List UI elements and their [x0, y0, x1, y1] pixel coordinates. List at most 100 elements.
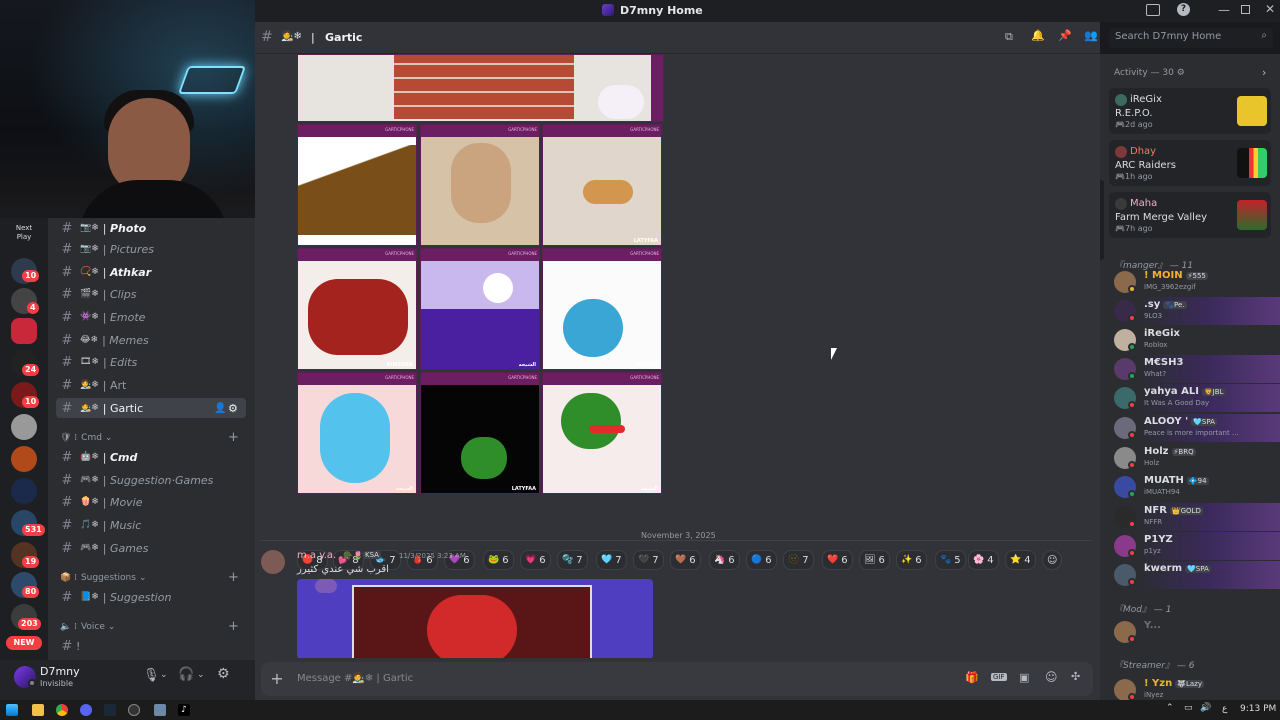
reaction-button[interactable]: 💗 6 — [520, 550, 551, 570]
member-item[interactable]: kwerm 🩵SPA — [1100, 561, 1280, 589]
member-item[interactable]: .sy 🐾Pe. 9LO3 — [1100, 297, 1280, 325]
member-item[interactable]: MUATH 💠94 iMUATH94 — [1100, 473, 1280, 501]
member-item[interactable]: M€SH3 What? — [1100, 355, 1280, 383]
chrome-icon[interactable] — [56, 704, 68, 716]
message-input[interactable]: + Message #🧑‍🎨❄ | Gartic 🎁 GIF ▣ ☺ ✣ — [261, 662, 1093, 696]
reaction-button[interactable]: 🫧 7 — [557, 550, 588, 570]
member-item[interactable]: yahya ALI 🦁JBL It Was A Good Day — [1100, 384, 1280, 412]
member-item[interactable]: ALOOY ' 🩵SPA Peace is more important ... — [1100, 414, 1280, 442]
inbox-icon[interactable] — [1146, 4, 1160, 16]
invite-icon[interactable]: 👤 — [214, 403, 226, 414]
volume-icon[interactable]: 🔊 — [1200, 703, 1211, 713]
gallery-tile[interactable]: GARTICPHONE الشيخه — [420, 248, 540, 370]
threads-icon[interactable]: ⧉ — [1005, 30, 1013, 44]
chevron-up-icon[interactable]: ⌃ — [1166, 703, 1174, 713]
channel-music[interactable]: # 🎵❄ | Music — [56, 515, 246, 535]
category-cmd[interactable]: 🛡 ⁞ Cmd ⌄ — [60, 433, 112, 443]
add-channel-icon[interactable]: + — [228, 570, 239, 585]
channel-suggestion-games[interactable]: # 🎮❄ | Suggestion·Games — [56, 470, 246, 490]
server-icon[interactable] — [11, 478, 37, 504]
channel-cmd[interactable]: # 🤖❄ | Cmd — [56, 447, 246, 467]
member-list-icon[interactable]: 👥 — [1084, 29, 1098, 42]
minimize-icon[interactable]: — — [1218, 3, 1230, 17]
gallery-tile[interactable]: GARTICPHONE LATYFAA — [542, 248, 662, 370]
channel-games[interactable]: # 🎮❄ | Games — [56, 538, 246, 558]
activity-card[interactable]: Maha Farm Merge Valley 🎮 7h ago — [1109, 192, 1271, 238]
drawing-image[interactable] — [297, 54, 664, 122]
gallery-tile[interactable]: GARTICPHONE الشيخه — [542, 372, 662, 494]
windows-start-icon[interactable] — [6, 704, 18, 716]
emoji-icon[interactable]: ☺ — [1045, 670, 1058, 684]
server-icon[interactable] — [11, 318, 37, 344]
channel-pictures[interactable]: # 📷❄ | Pictures — [56, 239, 246, 259]
tiktok-icon[interactable]: ♪ — [178, 704, 190, 716]
channel-gartic[interactable]: # 🧑‍🎨❄ | Gartic 👤 ⚙ — [56, 398, 246, 418]
add-reaction-icon[interactable]: ☺ — [1042, 550, 1063, 570]
channel-movie[interactable]: # 🍿❄ | Movie — [56, 492, 246, 512]
headphones-icon[interactable]: 🎧 — [178, 667, 194, 682]
reaction-button[interactable]: 🌸 4 — [968, 550, 999, 570]
gallery-tile[interactable]: GARTICPHONE LATYFAA — [420, 372, 540, 494]
new-badge[interactable]: NEW — [6, 636, 42, 650]
gallery-tile[interactable]: GARTICPHONE — [420, 124, 540, 246]
gear-icon[interactable]: ⚙ — [217, 666, 230, 682]
gallery-tile[interactable]: GARTICPHONE UNCOMPARABLE — [297, 124, 417, 246]
gallery-tile[interactable]: GARTICPHONE الشيخه — [297, 372, 417, 494]
file-explorer-icon[interactable] — [32, 704, 44, 716]
channel-art[interactable]: # 🧑‍🎨❄ | Art — [56, 375, 246, 395]
member-item[interactable]: iReGix Roblox — [1100, 326, 1280, 354]
obs-icon[interactable] — [128, 704, 140, 716]
avatar[interactable] — [261, 550, 285, 574]
add-channel-icon[interactable]: + — [228, 619, 239, 634]
language-indicator[interactable]: ع — [1222, 704, 1227, 714]
clock[interactable]: 9:13 PM — [1240, 704, 1276, 714]
channel-clips[interactable]: # 🎬❄ | Clips — [56, 284, 246, 304]
reaction-button[interactable]: 🔵 6 — [746, 550, 777, 570]
reaction-button[interactable]: ❤️ 6 — [822, 550, 853, 570]
chevron-down-icon[interactable]: ⌄ — [197, 670, 205, 680]
category-suggestions[interactable]: 📦 ⁞ Suggestions ⌄ — [60, 573, 146, 583]
search-input[interactable]: Search D7mny Home ⌕ — [1109, 28, 1273, 48]
discord-icon[interactable] — [80, 704, 92, 716]
reaction-button[interactable]: 🤎 6 — [670, 550, 701, 570]
add-attachment-icon[interactable]: + — [267, 669, 287, 689]
member-item[interactable]: NFR 👑GOLD NFFR — [1100, 503, 1280, 531]
channel-voice-1[interactable]: #! — [56, 636, 246, 656]
reaction-button[interactable]: 🖤 7 — [633, 550, 664, 570]
message-author[interactable]: m.a.y.a. — [297, 550, 336, 561]
channel-edits[interactable]: # 🎞❄ | Edits — [56, 352, 246, 372]
chevron-right-icon[interactable]: › — [1262, 66, 1266, 79]
gift-icon[interactable]: 🎁 — [965, 671, 979, 684]
channel-photo[interactable]: # 📷❄ | Photo — [56, 218, 246, 238]
member-item[interactable]: Holz ⚡BRQ Holz — [1100, 444, 1280, 472]
channel-athkar[interactable]: # 📿❄ | Athkar — [56, 262, 246, 282]
reaction-button[interactable]: 🫥 7 — [783, 550, 814, 570]
member-item[interactable]: P1YZ p1yz — [1100, 532, 1280, 560]
steam-icon[interactable] — [104, 704, 116, 716]
channel-suggestion[interactable]: # 📘❄ | Suggestion — [56, 587, 246, 607]
network-icon[interactable]: ▭ — [1184, 703, 1193, 713]
app-icon[interactable] — [154, 704, 166, 716]
category-voice[interactable]: 🔈 ⁞ Voice ⌄ — [60, 622, 115, 632]
microphone-icon[interactable]: 🎙 — [143, 668, 160, 683]
add-channel-icon[interactable]: + — [228, 430, 239, 445]
activity-card[interactable]: iReGix R.E.P.O. 🎮 2d ago — [1109, 88, 1271, 134]
apps-icon[interactable]: ✣ — [1071, 670, 1080, 683]
reaction-button[interactable]: 🐸 6 — [483, 550, 514, 570]
gallery-tile[interactable]: GARTICPHONE BIMSORA — [297, 248, 417, 370]
chevron-down-icon[interactable]: ⌄ — [160, 670, 168, 680]
channel-emote[interactable]: # 👾❄ | Emote — [56, 307, 246, 327]
activity-card[interactable]: Dhay ARC Raiders 🎮 1h ago — [1109, 140, 1271, 186]
member-item[interactable]: ! Yzn 🐺Lazy iNyez — [1100, 676, 1280, 700]
channel-memes[interactable]: # 😂❄ | Memes — [56, 330, 246, 350]
close-icon[interactable]: ✕ — [1265, 2, 1275, 16]
scrollbar[interactable] — [1100, 180, 1104, 260]
maximize-icon[interactable] — [1241, 5, 1250, 14]
reaction-button[interactable]: 🖼 6 — [859, 550, 890, 570]
bell-icon[interactable]: 🔔 — [1031, 29, 1045, 42]
reaction-button[interactable]: 🦄 6 — [709, 550, 740, 570]
server-icon[interactable] — [11, 446, 37, 472]
attachment-image[interactable] — [297, 579, 653, 658]
member-item[interactable]: Y... — [1100, 618, 1280, 646]
member-item[interactable]: ! MOIN ⚡555 IMG_3962ezgif — [1100, 268, 1280, 296]
